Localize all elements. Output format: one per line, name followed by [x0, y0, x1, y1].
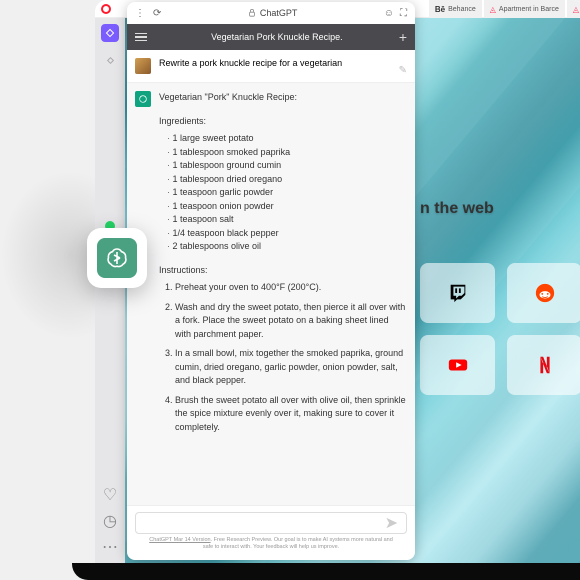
list-item: 1 tablespoon ground cumin: [167, 159, 407, 173]
list-item: 1 teaspoon onion powder: [167, 200, 407, 214]
tab-label: Apartment in Barce: [499, 6, 559, 13]
panel-toolbar: ⋮ ⟳ ChatGPT ☺ ⛶: [127, 2, 415, 24]
list-item: 1 teaspoon salt: [167, 213, 407, 227]
send-icon[interactable]: ➤: [385, 513, 398, 533]
list-item: In a small bowl, mix together the smoked…: [175, 347, 407, 388]
list-item: Wash and dry the sweet potato, then pier…: [175, 301, 407, 342]
search-teaser: n the web: [420, 200, 494, 218]
sidebar-history-icon[interactable]: ◷: [102, 513, 118, 529]
twitch-icon: [447, 282, 469, 304]
tab-airbnb-2[interactable]: ◬: [567, 0, 580, 18]
tab-strip: BēBehance ◬Apartment in Barce ◬: [429, 0, 580, 18]
list-item: 1 tablespoon dried oregano: [167, 173, 407, 187]
list-item: 1 large sweet potato: [167, 132, 407, 146]
sidebar-more-icon[interactable]: ⋯: [102, 539, 118, 555]
speed-dial-grid: [420, 263, 580, 395]
speeddial-youtube[interactable]: [420, 335, 495, 395]
reddit-icon: [534, 282, 556, 304]
version-link[interactable]: ChatGPT Mar 14 Version: [149, 537, 210, 543]
tab-airbnb[interactable]: ◬Apartment in Barce: [484, 0, 565, 18]
chat-input[interactable]: ➤: [135, 512, 407, 534]
instructions-list: Preheat your oven to 400°F (200°C). Wash…: [159, 281, 407, 434]
list-item: Brush the sweet potato all over with oli…: [175, 394, 407, 435]
speeddial-twitch[interactable]: [420, 263, 495, 323]
tab-label: Behance: [448, 6, 476, 13]
chatgpt-logo-icon: [105, 246, 129, 270]
chatgpt-avatar-icon: [135, 91, 151, 107]
user-message: Rewrite a pork knuckle recipe for a vege…: [127, 50, 415, 83]
ingredients-label: Ingredients:: [159, 115, 407, 129]
list-item: 1/4 teaspoon black pepper: [167, 227, 407, 241]
youtube-icon: [447, 354, 469, 376]
sidebar-aria-icon[interactable]: [101, 24, 119, 42]
panel-expand-icon[interactable]: ⛶: [400, 8, 407, 19]
speeddial-reddit[interactable]: [507, 263, 580, 323]
opera-logo-icon[interactable]: [101, 4, 111, 14]
netflix-icon: [534, 354, 556, 376]
tab-behance[interactable]: BēBehance: [429, 0, 482, 18]
bubble-shadow: [0, 170, 100, 340]
assistant-message: Vegetarian "Pork" Knuckle Recipe: Ingred…: [127, 83, 415, 505]
browser-sidebar: ♡ ◷ ⋯: [95, 18, 125, 563]
list-item: 1 tablespoon smoked paprika: [167, 146, 407, 160]
conversation-header: Vegetarian Pork Knuckle Recipe. +: [127, 24, 415, 50]
panel-smiley-icon[interactable]: ☺: [384, 8, 394, 19]
fine-print: ChatGPT Mar 14 Version. Free Research Pr…: [135, 534, 407, 554]
ingredients-list: 1 large sweet potato 1 tablespoon smoked…: [159, 132, 407, 254]
recipe-title: Vegetarian "Pork" Knuckle Recipe:: [159, 91, 407, 105]
user-message-text: Rewrite a pork knuckle recipe for a vege…: [159, 58, 342, 68]
fine-print-text: . Free Research Preview. Our goal is to …: [203, 537, 393, 550]
hamburger-icon[interactable]: [135, 33, 147, 42]
instructions-label: Instructions:: [159, 264, 407, 278]
sidebar-heart-icon[interactable]: ♡: [102, 487, 118, 503]
list-item: 2 tablespoons olive oil: [167, 240, 407, 254]
lock-icon: [248, 9, 256, 17]
new-chat-button[interactable]: +: [399, 29, 407, 45]
behance-icon: Bē: [435, 5, 445, 14]
list-item: 1 teaspoon garlic powder: [167, 186, 407, 200]
edit-icon[interactable]: ✎: [399, 65, 407, 76]
panel-address[interactable]: ChatGPT: [248, 8, 298, 18]
site-label: ChatGPT: [260, 8, 298, 18]
device-frame-bottom: [72, 563, 580, 580]
conversation-title: Vegetarian Pork Knuckle Recipe.: [155, 32, 399, 42]
panel-menu-icon[interactable]: ⋮: [135, 8, 145, 19]
user-avatar: [135, 58, 151, 74]
chat-input-area: ➤ ChatGPT Mar 14 Version. Free Research …: [127, 505, 415, 560]
list-item: Preheat your oven to 400°F (200°C).: [175, 281, 407, 295]
airbnb-icon: ◬: [573, 5, 579, 14]
sidebar-item-1[interactable]: [102, 52, 118, 68]
chatgpt-launcher-bubble[interactable]: [87, 228, 147, 288]
chatgpt-panel: ⋮ ⟳ ChatGPT ☺ ⛶ Vegetarian Pork Knuckle …: [127, 2, 415, 560]
airbnb-icon: ◬: [490, 5, 496, 14]
panel-reload-icon[interactable]: ⟳: [153, 8, 161, 19]
assistant-body: Vegetarian "Pork" Knuckle Recipe: Ingred…: [159, 91, 407, 497]
speeddial-netflix[interactable]: [507, 335, 580, 395]
